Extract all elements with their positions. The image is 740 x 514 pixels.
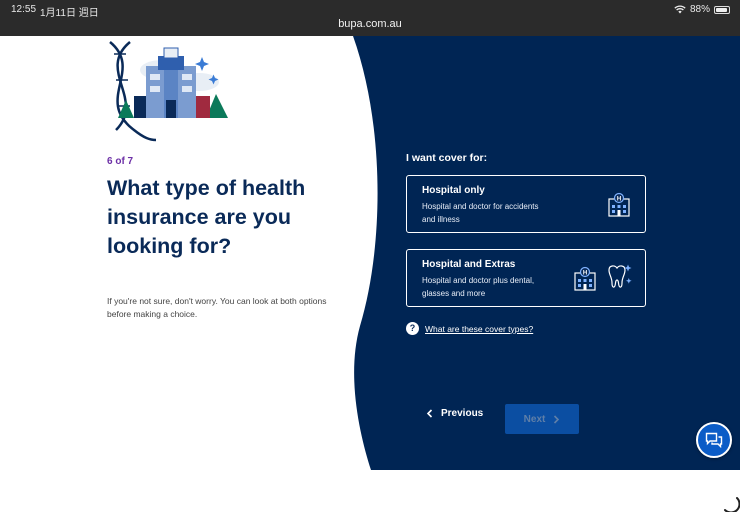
next-button[interactable]: Next (505, 404, 579, 434)
chat-bubbles-icon (705, 432, 723, 448)
status-indicators: 88% (674, 4, 730, 15)
wifi-icon (674, 5, 686, 14)
next-label: Next (523, 413, 546, 425)
svg-text:H: H (617, 197, 621, 203)
hospital-icon: H (608, 192, 630, 217)
status-date: 1月11日 週日 (40, 8, 99, 19)
cover-label: I want cover for: (406, 152, 488, 164)
chevron-right-icon (554, 414, 560, 424)
svg-text:H: H (583, 271, 587, 277)
status-time: 12:55 (11, 4, 37, 15)
tooth-icon (608, 264, 632, 288)
chat-button[interactable] (696, 422, 732, 458)
cover-types-help[interactable]: ? What are these cover types? (406, 322, 533, 335)
hospital-icon: H (574, 266, 596, 291)
chevron-left-icon (426, 409, 433, 418)
dna-hospital-illustration (109, 41, 228, 142)
address-bar-url[interactable]: bupa.com.au (0, 18, 740, 30)
option-hospital-and-extras[interactable]: Hospital and Extras Hospital and doctor … (406, 249, 646, 307)
previous-label: Previous (441, 408, 484, 419)
quiz-page: 6 of 7 What type of health insurance are… (0, 36, 740, 514)
page-title: What type of health insurance are you lo… (107, 176, 306, 258)
helper-text: If you're not sure, don't worry. You can… (107, 296, 327, 319)
battery-percent: 88% (689, 4, 710, 15)
quiz-step-indicator: 6 of 7 (107, 156, 134, 167)
option-title: Hospital only (422, 185, 485, 196)
question-circle-icon: ? (406, 322, 419, 335)
option-description: Hospital and doctor for accidents and il… (422, 202, 539, 224)
battery-icon (714, 5, 730, 14)
option-description: Hospital and doctor plus dental, glasses… (422, 276, 535, 298)
option-hospital-only[interactable]: Hospital only Hospital and doctor for ac… (406, 175, 646, 233)
browser-status-bar: 12:55 1月11日 週日 bupa.com.au 88% (0, 0, 740, 36)
loading-spinner-icon (724, 497, 740, 512)
previous-button[interactable]: Previous (426, 408, 483, 419)
cover-types-link[interactable]: What are these cover types? (425, 324, 533, 334)
option-title: Hospital and Extras (422, 259, 516, 270)
